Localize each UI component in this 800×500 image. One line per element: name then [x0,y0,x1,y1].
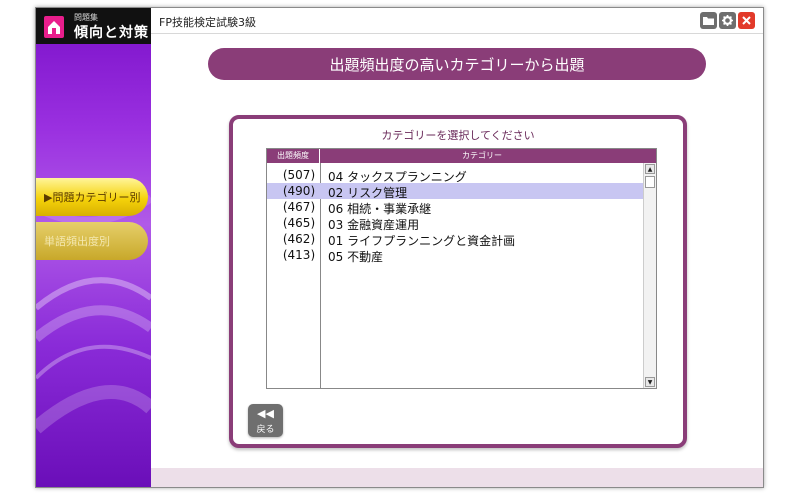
list-item[interactable]: (507) 04 タックスプランニング [267,167,643,184]
folder-icon [703,17,714,25]
back-button[interactable]: ◀◀ 戻る [248,404,283,437]
window-title: FP技能検定試験3級 [159,16,256,29]
list-rows: (507) 04 タックスプランニング (490) 02 リスク管理 (467)… [267,167,643,264]
scroll-thumb[interactable] [645,176,655,188]
page-title: 出題頻出度の高いカテゴリーから出題 [208,48,706,80]
app-logo: 問題集 傾向と対策 [36,8,151,44]
list-item-selected[interactable]: (490) 02 リスク管理 [267,183,643,200]
row-frequency: (462) [282,232,316,246]
list-scrollbar[interactable]: ▲ ▼ [643,163,656,388]
row-frequency: (413) [282,248,316,262]
sidebar-item-word-frequency[interactable]: 単語頻出度別 [36,222,148,260]
row-category: 05 不動産 [328,250,384,264]
close-icon [742,16,751,25]
column-header-frequency[interactable]: 出題頻度 [267,149,320,163]
row-frequency: (467) [282,200,316,214]
footer-strip [151,468,763,487]
row-frequency: (507) [282,168,316,182]
panel-instruction: カテゴリーを選択してください [381,129,535,142]
close-button[interactable] [738,12,755,29]
gear-icon [722,15,733,26]
category-list[interactable]: 出題頻度 カテゴリー (507) 04 タックスプランニング (490) 02 … [266,148,657,389]
list-item[interactable]: (467) 06 相続・事業承継 [267,199,643,216]
sidebar: 問題集 傾向と対策 ▶問題カテゴリー別 単語頻出度別 [36,8,151,487]
settings-button[interactable] [719,12,736,29]
list-header: 出題頻度 カテゴリー [267,149,656,163]
rewind-icon: ◀◀ [257,407,274,420]
logo-title: 傾向と対策 [74,25,149,41]
sidebar-item-label: ▶問題カテゴリー別 [44,191,141,204]
scroll-up-arrow-icon[interactable]: ▲ [645,164,655,174]
row-frequency: (490) [282,184,316,198]
category-panel: カテゴリーを選択してください 出題頻度 カテゴリー (507) 04 タックスプ… [229,115,687,448]
scroll-down-arrow-icon[interactable]: ▼ [645,377,655,387]
sidebar-item-label: 単語頻出度別 [44,235,110,248]
title-bar: FP技能検定試験3級 [151,8,763,34]
main-area: FP技能検定試験3級 出題頻出度の高いカテゴリーから出題 カテゴリーを選択してく… [151,8,763,487]
row-frequency: (465) [282,216,316,230]
column-header-category[interactable]: カテゴリー [321,149,643,163]
list-item[interactable]: (413) 05 不動産 [267,247,643,264]
list-item[interactable]: (465) 03 金融資産運用 [267,215,643,232]
sidebar-item-category[interactable]: ▶問題カテゴリー別 [36,178,148,216]
list-item[interactable]: (462) 01 ライフプランニングと資金計画 [267,231,643,248]
app-window: 問題集 傾向と対策 ▶問題カテゴリー別 単語頻出度別 FP技能検定試験3級 出題… [35,7,764,488]
folder-button[interactable] [700,12,717,29]
back-button-label: 戻る [256,425,275,435]
house-icon [44,16,64,38]
